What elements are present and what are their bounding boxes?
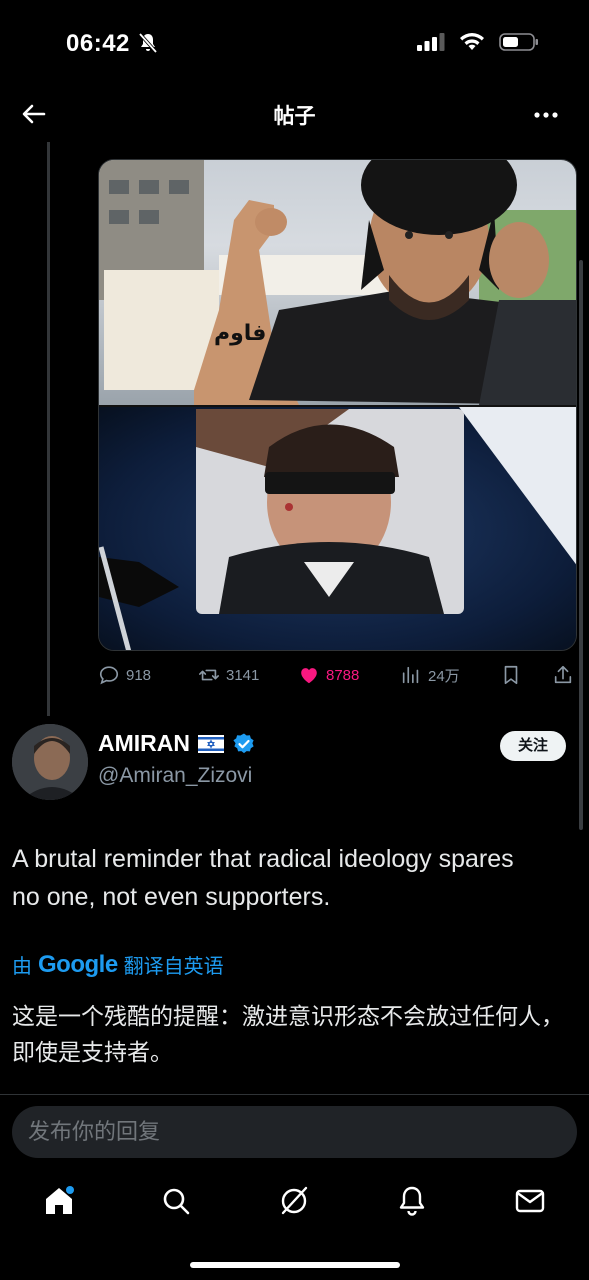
page-title: 帖子 <box>273 105 316 128</box>
repost-icon <box>199 669 219 681</box>
like-count: 8788 <box>326 666 360 684</box>
thread-connector-line <box>47 142 50 716</box>
notifications-icon[interactable] <box>395 1184 429 1218</box>
translated-suffix: 翻译自英语 <box>123 956 224 978</box>
signal-icon <box>417 33 445 51</box>
repost-count: 3141 <box>226 666 260 684</box>
views-button[interactable]: 24万 <box>400 664 460 686</box>
mute-bell-icon <box>138 32 158 54</box>
search-icon[interactable] <box>159 1184 193 1218</box>
photo-bottom[interactable] <box>99 407 576 650</box>
scrollbar[interactable] <box>579 260 583 830</box>
translation-attribution[interactable]: 由 Google 翻译自英语 <box>12 950 224 979</box>
system-icons <box>417 32 539 52</box>
reply-count: 918 <box>126 666 152 684</box>
follow-button[interactable]: 关注 <box>500 731 566 761</box>
home-indicator[interactable] <box>190 1262 400 1268</box>
avatar[interactable] <box>12 724 88 800</box>
grok-icon[interactable] <box>277 1184 311 1218</box>
messages-icon[interactable] <box>513 1184 547 1218</box>
post-media[interactable]: فاوم <box>98 159 577 651</box>
reply-input[interactable]: 发布你的回复 <box>12 1106 577 1158</box>
tweet-text: A brutal reminder that radical ideology … <box>12 845 514 911</box>
bookmark-icon <box>504 665 518 685</box>
reply-icon <box>99 666 119 685</box>
repost-button[interactable]: 3141 <box>198 664 259 686</box>
israel-flag-icon <box>198 734 224 753</box>
photo-bottom-illustration <box>99 407 576 650</box>
photo-top[interactable]: فاوم <box>99 160 576 405</box>
more-icon[interactable] <box>531 100 561 130</box>
avatar-illustration <box>12 724 88 800</box>
translated-prefix: 由 <box>12 956 32 978</box>
author-name-row: AMIRAN <box>98 730 256 757</box>
share-button[interactable] <box>552 664 574 686</box>
author-name[interactable]: AMIRAN <box>98 730 190 757</box>
author-handle[interactable]: @Amiran_Zizovi <box>98 764 252 788</box>
battery-icon <box>499 33 538 51</box>
translated-text: 这是一个残酷的提醒：激进意识形态不会放过任何人，即使是支持者。 <box>12 1003 564 1065</box>
reply-button[interactable]: 918 <box>98 664 151 686</box>
like-icon <box>301 668 317 684</box>
wifi-icon <box>460 33 484 50</box>
action-bar: 918 3141 8788 24万 <box>98 664 578 692</box>
share-icon <box>554 665 572 684</box>
bookmark-button[interactable] <box>500 664 522 686</box>
status-bar: 06:42 <box>0 0 589 88</box>
home-icon[interactable] <box>42 1184 76 1218</box>
google-brand: Google <box>38 950 118 978</box>
status-time: 06:42 <box>66 30 130 57</box>
views-icon <box>402 666 419 684</box>
top-nav: 帖子 <box>0 88 589 140</box>
views-count: 24万 <box>428 667 460 685</box>
photo-top-illustration: فاوم <box>99 160 576 405</box>
svg-text:فاوم: فاوم <box>214 321 266 346</box>
verified-badge-icon <box>233 733 254 753</box>
like-button[interactable]: 8788 <box>298 664 359 686</box>
divider <box>0 1094 589 1095</box>
